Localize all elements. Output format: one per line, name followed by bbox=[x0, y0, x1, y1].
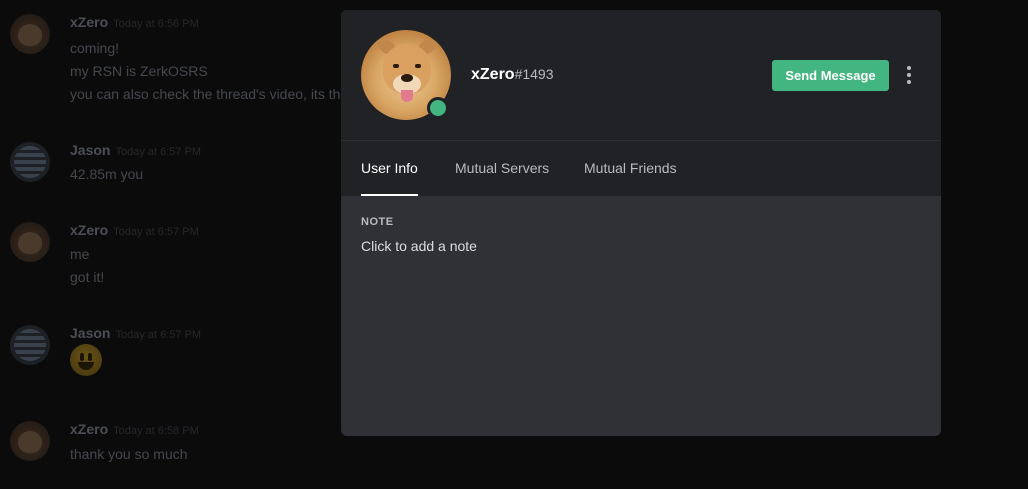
message-timestamp: Today at 6:56 PM bbox=[113, 18, 199, 30]
note-input[interactable]: Click to add a note bbox=[361, 238, 921, 258]
message-line: my RSN is ZerkOSRS bbox=[70, 63, 208, 79]
smiley-emoji-icon bbox=[70, 344, 102, 376]
profile-username: xZero#1493 bbox=[471, 66, 554, 83]
message-author: Jason Today at 6:57 PM bbox=[70, 325, 202, 341]
tab-mutual-servers[interactable]: Mutual Servers bbox=[455, 141, 549, 196]
message-timestamp: Today at 6:57 PM bbox=[113, 226, 199, 238]
message-author: Jason Today at 6:57 PM bbox=[70, 142, 202, 158]
user-profile-modal: xZero#1493 Send Message User Info Mutual… bbox=[341, 10, 941, 436]
message-line: 42.85m you bbox=[70, 166, 144, 182]
message-line: me bbox=[70, 246, 90, 262]
message-line: thank you so much bbox=[70, 446, 188, 462]
shiba-avatar bbox=[10, 14, 50, 54]
message-line: you can also check the thread's video, i… bbox=[70, 86, 349, 102]
note-title: NOTE bbox=[361, 216, 394, 228]
shiba-avatar bbox=[10, 222, 50, 262]
runescape-avatar bbox=[10, 325, 50, 365]
message-line: coming! bbox=[70, 40, 120, 56]
profile-header: xZero#1493 Send Message bbox=[341, 10, 941, 141]
message-timestamp: Today at 6:57 PM bbox=[115, 146, 202, 158]
message-author: xZero Today at 6:57 PM bbox=[70, 222, 199, 238]
tab-mutual-friends[interactable]: Mutual Friends bbox=[584, 141, 677, 196]
send-message-button[interactable]: Send Message bbox=[772, 60, 889, 91]
more-vertical-icon[interactable] bbox=[901, 64, 917, 86]
message-timestamp: Today at 6:57 PM bbox=[115, 329, 202, 341]
online-status-icon bbox=[427, 97, 449, 119]
message-line: got it! bbox=[70, 269, 105, 285]
message-author: xZero Today at 6:56 PM bbox=[70, 14, 199, 30]
message-timestamp: Today at 6:58 PM bbox=[113, 425, 199, 437]
profile-discriminator: #1493 bbox=[514, 66, 554, 82]
message-author: xZero Today at 6:58 PM bbox=[70, 421, 199, 437]
profile-tabs: User Info Mutual Servers Mutual Friends bbox=[341, 141, 941, 196]
shiba-avatar bbox=[10, 421, 50, 461]
tab-user-info[interactable]: User Info bbox=[361, 141, 418, 196]
runescape-avatar bbox=[10, 142, 50, 182]
